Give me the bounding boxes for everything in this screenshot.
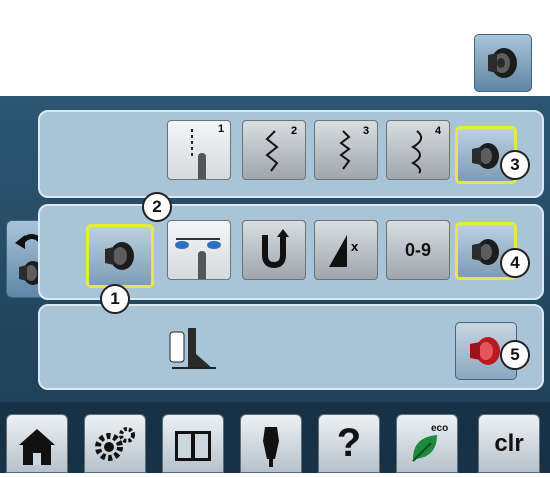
balance-icon: [175, 238, 221, 279]
home-icon: [19, 429, 55, 465]
stitch-number: 1: [218, 123, 225, 135]
zigzag-stitch-button[interactable]: 2: [242, 120, 306, 180]
callout-3: 3: [500, 150, 530, 180]
gear-icon: [95, 427, 135, 461]
callout-5: 5: [500, 340, 530, 370]
alphabet-button[interactable]: x: [314, 220, 378, 280]
eco-label: eco: [431, 423, 449, 434]
audio-settings-button[interactable]: [474, 34, 532, 92]
stitch-number: 3: [363, 125, 370, 137]
callout-4: 4: [500, 248, 530, 278]
help-icon: ?: [336, 421, 362, 465]
balance-function-button[interactable]: [167, 220, 231, 280]
pattern-begin-button[interactable]: [242, 220, 306, 280]
presser-foot-icon: [169, 328, 216, 369]
tutorial-button[interactable]: [162, 414, 224, 473]
alphabet-glyph: x: [351, 239, 359, 254]
alphabet-icon: [329, 235, 347, 267]
callout-1: 1: [100, 284, 130, 314]
speaker-icon: [488, 48, 517, 78]
vari-overlock-stitch-button[interactable]: 3: [314, 120, 378, 180]
help-button[interactable]: ?: [318, 414, 380, 473]
creative-consultant-button[interactable]: [240, 414, 302, 473]
u-turn-icon: [262, 229, 289, 269]
stitch-number: 4: [435, 125, 442, 137]
book-icon: [175, 431, 211, 461]
master-sound-button[interactable]: [86, 224, 154, 288]
presser-foot-sensor: [166, 324, 222, 376]
straight-stitch-button[interactable]: 1: [167, 120, 231, 180]
dress-form-icon: [263, 427, 279, 467]
callout-2: 2: [142, 192, 172, 222]
running-stitch-button[interactable]: 4: [386, 120, 450, 180]
numbers-button[interactable]: 0-9: [386, 220, 450, 280]
setup-button[interactable]: [84, 414, 146, 473]
eco-button[interactable]: eco: [396, 414, 458, 473]
clear-label: clr: [494, 429, 524, 457]
home-button[interactable]: [6, 414, 68, 473]
stitch-number: 2: [291, 125, 298, 137]
speaker-icon: [105, 242, 134, 270]
numbers-label: 0-9: [404, 239, 431, 260]
clear-button[interactable]: clr: [478, 414, 540, 473]
